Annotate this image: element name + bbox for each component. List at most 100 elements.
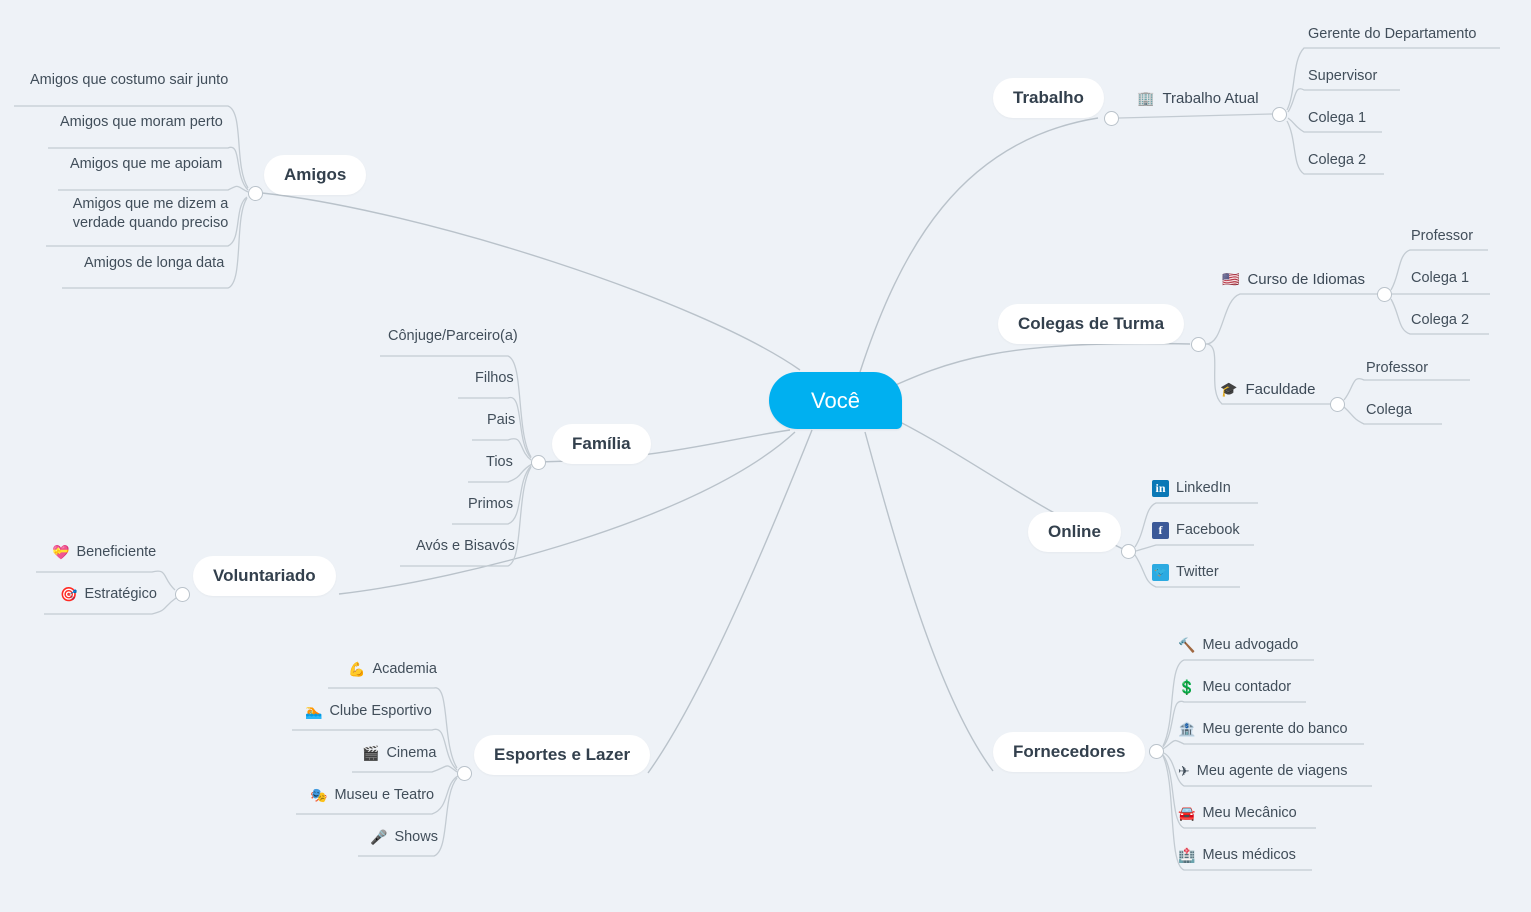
leaf-label: Pais	[487, 412, 516, 428]
leaf-colega-2[interactable]: Colega 2	[1308, 151, 1366, 170]
leaf-filhos[interactable]: Filhos	[475, 369, 514, 388]
leaf-label: Colega 1	[1308, 110, 1367, 126]
target-icon: 🎯	[60, 586, 78, 602]
theater-masks-icon: 🎭	[310, 787, 328, 803]
branch-colegas-de-turma[interactable]: Colegas de Turma	[998, 304, 1185, 344]
leaf-label: Supervisor	[1308, 68, 1378, 84]
leaf-museu-e-teatro[interactable]: 🎭 Museu e Teatro	[310, 786, 434, 805]
subnode-trabalho-atual[interactable]: 🏢 Trabalho Atual	[1137, 89, 1259, 108]
knob-trabalho-atual[interactable]	[1272, 107, 1287, 122]
leaf-label: Colega 2	[1411, 312, 1470, 328]
leaf-faculdade-colega[interactable]: Colega	[1366, 401, 1412, 420]
leaf-label: Meus médicos	[1202, 847, 1296, 863]
branch-fornecedores[interactable]: Fornecedores	[993, 732, 1146, 772]
leaf-label: Colega 2	[1308, 152, 1367, 168]
knob-familia[interactable]	[531, 455, 546, 470]
leaf-supervisor[interactable]: Supervisor	[1308, 67, 1377, 86]
leaf-pais[interactable]: Pais	[487, 411, 515, 430]
leaf-label: Clube Esportivo	[329, 703, 432, 719]
leaf-label: Gerente do Departamento	[1308, 26, 1477, 42]
leaf-label: Colega 1	[1411, 270, 1470, 286]
leaf-estrategico[interactable]: 🎯 Estratégico	[60, 585, 157, 604]
knob-curso-de-idiomas[interactable]	[1377, 287, 1392, 302]
branch-online[interactable]: Online	[1028, 512, 1121, 552]
leaf-linkedin[interactable]: in LinkedIn	[1152, 479, 1231, 498]
leaf-gerente-departamento[interactable]: Gerente do Departamento	[1308, 25, 1476, 44]
leaf-label: Cônjuge/Parceiro(a)	[388, 328, 518, 344]
leaf-shows[interactable]: 🎤 Shows	[370, 828, 438, 847]
graduation-cap-icon: 🎓	[1220, 381, 1238, 397]
leaf-amigos-dizem-verdade[interactable]: Amigos que me dizem a verdade quando pre…	[68, 195, 233, 233]
leaf-faculdade-professor[interactable]: Professor	[1366, 359, 1428, 378]
leaf-amigos-moram-perto[interactable]: Amigos que moram perto	[60, 113, 223, 132]
leaf-colega-1[interactable]: Colega 1	[1308, 109, 1366, 128]
leaf-amigos-sair-junto[interactable]: Amigos que costumo sair junto	[30, 71, 228, 90]
leaf-label: Filhos	[475, 370, 514, 386]
leaf-meu-gerente-do-banco[interactable]: 🏦 Meu gerente do banco	[1178, 720, 1348, 739]
knob-faculdade[interactable]	[1330, 397, 1345, 412]
leaf-beneficiente[interactable]: 💝 Beneficiente	[52, 543, 156, 562]
office-building-icon: 🏢	[1137, 90, 1155, 106]
branch-label: Online	[1048, 522, 1101, 541]
knob-colegas-de-turma[interactable]	[1191, 337, 1206, 352]
leaf-tios[interactable]: Tios	[486, 453, 513, 472]
leaf-label: Estratégico	[84, 586, 157, 602]
leaf-label: Amigos que me dizem a verdade quando pre…	[72, 196, 229, 231]
leaf-primos[interactable]: Primos	[468, 495, 513, 514]
leaf-label: Meu advogado	[1202, 637, 1299, 653]
leaf-amigos-longa-data[interactable]: Amigos de longa data	[84, 254, 224, 273]
knob-amigos[interactable]	[248, 186, 263, 201]
leaf-idiomas-colega-2[interactable]: Colega 2	[1411, 311, 1469, 330]
bank-icon: 🏦	[1178, 721, 1196, 737]
root-node[interactable]: Você	[769, 372, 902, 429]
leaf-meus-medicos[interactable]: 🏥 Meus médicos	[1178, 846, 1296, 865]
leaf-meu-advogado[interactable]: 🔨 Meu advogado	[1178, 636, 1298, 655]
leaf-academia[interactable]: 💪 Academia	[348, 660, 437, 679]
subnode-faculdade[interactable]: 🎓 Faculdade	[1220, 380, 1316, 399]
leaf-cinema[interactable]: 🎬 Cinema	[362, 744, 436, 763]
leaf-label: Meu agente de viagens	[1196, 763, 1348, 779]
leaf-label: Primos	[468, 496, 514, 512]
leaf-idiomas-colega-1[interactable]: Colega 1	[1411, 269, 1469, 288]
airplane-icon: ✈	[1178, 763, 1190, 779]
swimmer-icon: 🏊	[305, 703, 323, 719]
leaf-conjuge-parceiro[interactable]: Cônjuge/Parceiro(a)	[388, 327, 518, 346]
knob-trabalho[interactable]	[1104, 111, 1119, 126]
car-icon: 🚘	[1178, 805, 1196, 821]
leaf-label: Facebook	[1176, 522, 1240, 538]
leaf-facebook[interactable]: f Facebook	[1152, 521, 1240, 540]
root-label: Você	[811, 387, 860, 413]
branch-voluntariado[interactable]: Voluntariado	[193, 556, 336, 596]
branch-label: Voluntariado	[213, 566, 316, 585]
leaf-label: Colega	[1366, 402, 1412, 418]
heart-gift-icon: 💝	[52, 544, 70, 560]
leaf-clube-esportivo[interactable]: 🏊 Clube Esportivo	[305, 702, 432, 721]
branch-trabalho[interactable]: Trabalho	[993, 78, 1104, 118]
knob-online[interactable]	[1121, 544, 1136, 559]
knob-voluntariado[interactable]	[175, 587, 190, 602]
branch-esportes-e-lazer[interactable]: Esportes e Lazer	[474, 735, 651, 775]
leaf-label: Amigos que moram perto	[60, 114, 223, 130]
branch-label: Esportes e Lazer	[494, 745, 631, 764]
leaf-idiomas-professor[interactable]: Professor	[1411, 227, 1473, 246]
knob-fornecedores[interactable]	[1149, 744, 1164, 759]
branch-label: Família	[572, 434, 631, 453]
leaf-meu-contador[interactable]: 💲 Meu contador	[1178, 678, 1291, 697]
leaf-amigos-me-apoiam[interactable]: Amigos que me apoiam	[70, 155, 222, 174]
leaf-avos-bisavos[interactable]: Avós e Bisavós	[416, 537, 515, 556]
subnode-curso-de-idiomas[interactable]: 🇺🇸 Curso de Idiomas	[1222, 270, 1365, 289]
leaf-twitter[interactable]: 🐦 Twitter	[1152, 563, 1219, 582]
branch-familia[interactable]: Família	[552, 424, 651, 464]
leaf-label: Meu contador	[1202, 679, 1292, 695]
leaf-label: Cinema	[386, 745, 437, 761]
branch-amigos[interactable]: Amigos	[264, 155, 367, 195]
leaf-label: Academia	[372, 661, 437, 677]
subnode-label: Trabalho Atual	[1162, 90, 1259, 107]
leaf-label: Amigos que costumo sair junto	[30, 72, 229, 88]
branch-label: Amigos	[284, 165, 347, 184]
leaf-meu-mecanico[interactable]: 🚘 Meu Mecânico	[1178, 804, 1297, 823]
mindmap-canvas: Você Trabalho 🏢 Trabalho Atual Gerente d…	[0, 0, 1531, 912]
knob-esportes-e-lazer[interactable]	[457, 766, 472, 781]
leaf-meu-agente-de-viagens[interactable]: ✈ Meu agente de viagens	[1178, 762, 1347, 781]
subnode-label: Curso de Idiomas	[1247, 271, 1365, 288]
